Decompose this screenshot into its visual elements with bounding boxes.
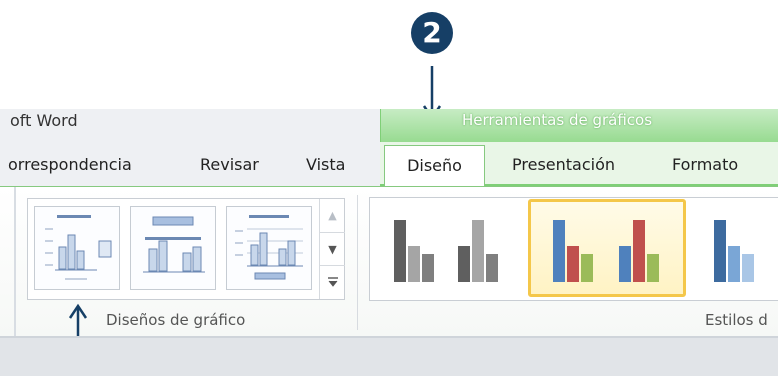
callout-number-badge: 2 — [411, 12, 453, 54]
chart-layout-1[interactable] — [34, 206, 120, 290]
layout-1-icon — [45, 215, 112, 280]
ribbon-bottom-band — [0, 336, 778, 376]
tab-revisar[interactable]: Revisar — [200, 155, 259, 174]
tab-presentacion[interactable]: Presentación — [512, 155, 615, 174]
color-style-icon — [553, 220, 659, 282]
tab-correspondencia[interactable]: orrespondencia — [8, 155, 132, 174]
blue-style-icon — [714, 220, 754, 282]
scroll-down-icon[interactable]: ▼ — [320, 232, 345, 265]
tab-diseno-label: Diseño — [407, 156, 462, 175]
gray-style-icon — [394, 220, 498, 282]
tab-formato[interactable]: Formato — [672, 155, 738, 174]
scroll-up-icon[interactable]: ▲ — [320, 199, 345, 232]
chart-layout-3[interactable] — [226, 206, 312, 290]
more-icon[interactable] — [320, 265, 345, 298]
chart-layouts-group-label: Diseños de gráfico — [106, 311, 246, 329]
layout-2-icon — [143, 216, 205, 273]
contextual-group-title: Herramientas de gráficos — [462, 111, 653, 129]
chart-layout-2[interactable] — [130, 206, 216, 290]
app-title: oft Word — [10, 111, 78, 130]
chart-style-gray[interactable] — [378, 202, 520, 294]
gallery-scrollbar: ▲ ▼ — [319, 199, 345, 299]
chart-styles-group-label: Estilos d — [705, 311, 768, 329]
chart-style-blue[interactable] — [694, 202, 778, 294]
ribbon-left-border — [14, 187, 16, 337]
tab-diseno[interactable]: Diseño — [384, 145, 485, 188]
layout-3-icon — [235, 215, 303, 280]
group-separator — [357, 195, 358, 330]
tab-vista[interactable]: Vista — [306, 155, 345, 174]
more-glyph-icon — [327, 277, 338, 287]
chart-style-color-selected[interactable] — [528, 199, 686, 297]
